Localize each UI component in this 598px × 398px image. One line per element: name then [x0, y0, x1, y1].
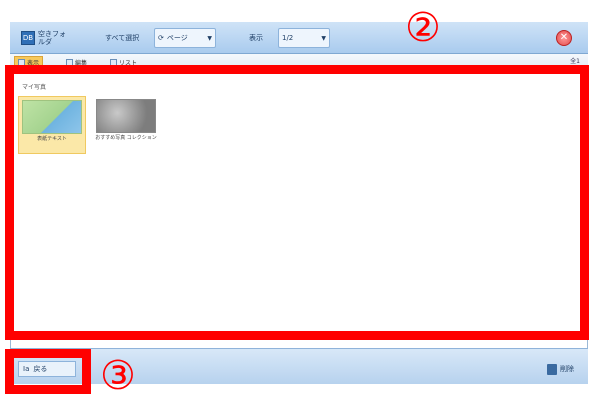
restore-button[interactable]: Ia 戻る — [18, 361, 76, 377]
edit-icon — [66, 58, 73, 66]
view-dropdown-label: 1/2 — [282, 34, 294, 42]
delete-button-label: 削除 — [560, 365, 574, 373]
tab-view-label: 表示 — [27, 59, 40, 67]
folder-button[interactable]: DB 空きフォルダ — [18, 28, 75, 48]
thumbnail-item[interactable]: おすすめ写真 コレクション — [92, 96, 160, 154]
view-label-text: 表示 — [249, 34, 263, 42]
folder-icon: DB — [21, 31, 35, 45]
annotation-number: ② — [405, 5, 441, 51]
folder-path-label: マイ写真 — [22, 84, 47, 91]
tab-list-label: リスト — [119, 59, 138, 67]
thumbnail-image — [96, 99, 156, 133]
delete-button[interactable]: 削除 — [547, 361, 574, 377]
chevron-down-icon: ▼ — [321, 34, 326, 42]
annotation-number: ③ — [100, 353, 136, 398]
trash-icon — [547, 363, 557, 375]
page-count[interactable]: 全1 — [570, 56, 580, 65]
tab-edit-label: 編集 — [75, 59, 88, 67]
restore-icon: Ia — [23, 365, 30, 373]
thumbnail-area: マイ写真 表紙テキスト おすすめ写真 コレクション — [12, 72, 586, 340]
grid-icon — [18, 58, 25, 66]
thumbnail-caption: 表紙テキスト — [37, 136, 67, 142]
thumbnail-item[interactable]: 表紙テキスト — [18, 96, 86, 154]
thumbnail-caption: おすすめ写真 コレクション — [95, 135, 157, 141]
view-label: 表示 — [246, 28, 266, 48]
sub-toolbar: 表示 編集 リスト 全1 — [10, 54, 588, 70]
chevron-down-icon: ▼ — [207, 34, 212, 42]
restore-button-label: 戻る — [33, 365, 48, 373]
close-button[interactable]: ✕ — [556, 30, 572, 46]
select-all-button[interactable]: すべて選択 — [102, 28, 142, 48]
refresh-icon: ⟳ — [158, 34, 164, 42]
top-toolbar: DB 空きフォルダ すべて選択 ⟳ ページ ▼ 表示 1/2 ▼ ✕ — [10, 22, 588, 54]
close-icon: ✕ — [559, 32, 569, 43]
list-icon — [110, 58, 117, 66]
tab-edit[interactable]: 編集 — [66, 56, 87, 68]
folder-button-label: 空きフォルダ — [38, 30, 66, 46]
view-dropdown[interactable]: 1/2 ▼ — [278, 28, 330, 48]
action-dropdown[interactable]: ⟳ ページ ▼ — [154, 28, 216, 48]
tab-list[interactable]: リスト — [110, 56, 137, 68]
tab-view[interactable]: 表示 — [14, 56, 44, 68]
select-all-label: すべて選択 — [105, 34, 140, 42]
thumbnail-image — [22, 100, 82, 134]
action-dropdown-label: ページ — [166, 34, 188, 42]
status-bar: Ia 戻る 削除 — [10, 348, 588, 384]
